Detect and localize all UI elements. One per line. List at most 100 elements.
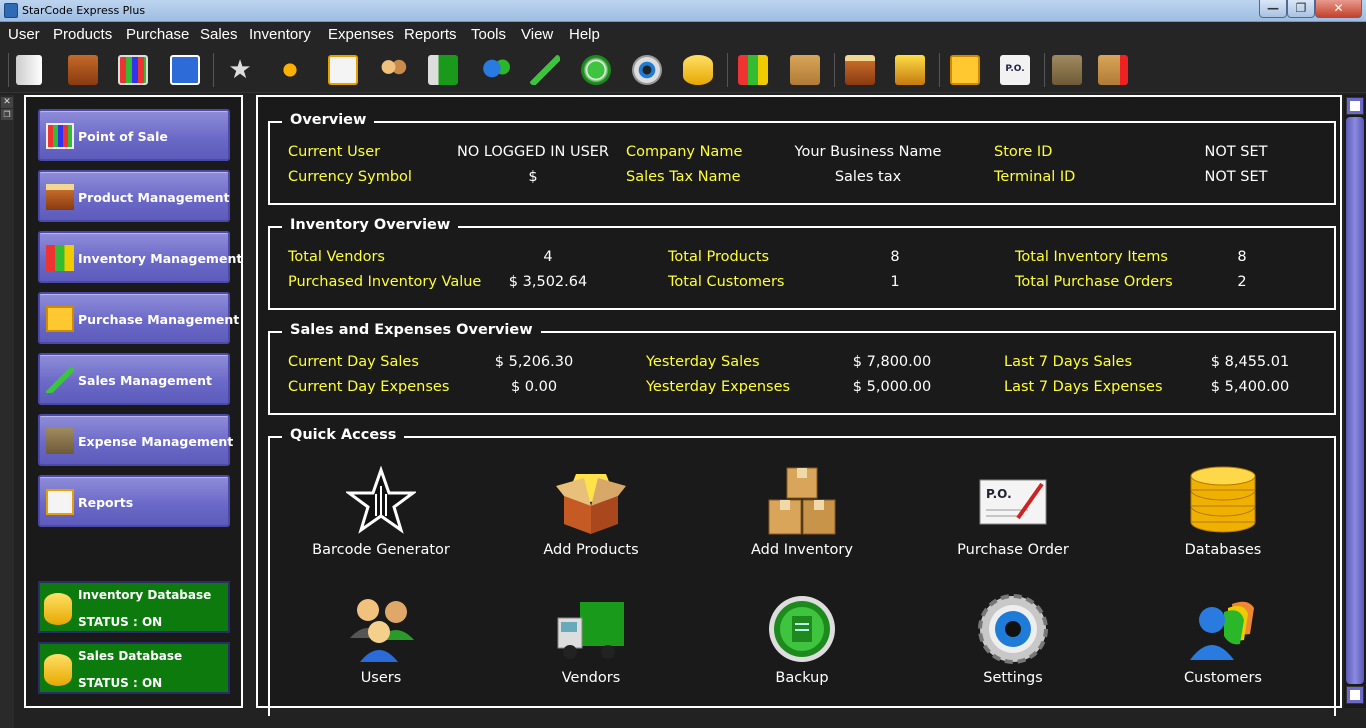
dock-restore-icon[interactable]: ❐ — [1, 109, 13, 120]
sidebar-inventory-management-button[interactable]: Inventory Management — [38, 231, 242, 283]
group-title: Quick Access — [282, 427, 405, 443]
field-label: Sales Tax Name — [626, 169, 741, 185]
pos-register-icon[interactable] — [118, 55, 148, 85]
quick-customers[interactable]: Customers — [1128, 594, 1318, 686]
org-chart-icon[interactable] — [275, 55, 305, 85]
field-label: Last 7 Days Sales — [1004, 354, 1133, 370]
maximize-button[interactable]: ❐ — [1287, 0, 1315, 18]
add-expense-icon[interactable] — [1098, 55, 1128, 85]
menu-help[interactable]: Help — [569, 26, 600, 43]
menu-products[interactable]: Products — [53, 26, 112, 43]
quick-databases[interactable]: Databases — [1128, 466, 1318, 558]
total-inventory-items-value: 8 — [1237, 249, 1247, 265]
inventory-cubes-icon — [46, 245, 74, 271]
scroll-up-button[interactable] — [1346, 97, 1364, 115]
settings-icon[interactable] — [632, 55, 662, 85]
product-box-icon[interactable] — [895, 55, 925, 85]
sidebar: Point of Sale Product Management Invento… — [24, 95, 243, 708]
add-inventory-boxes-icon — [767, 466, 837, 536]
sidebar-label: Inventory Management — [78, 251, 243, 266]
quick-add-products[interactable]: Add Products — [496, 466, 686, 558]
last-7-days-sales-value: $ 8,455.01 — [1210, 354, 1290, 370]
total-customers-value: 1 — [890, 274, 900, 290]
quick-users[interactable]: Users — [286, 594, 476, 686]
home-icon[interactable] — [170, 55, 200, 85]
menu-inventory[interactable]: Inventory — [249, 26, 311, 43]
quick-access-label: Add Products — [543, 542, 639, 558]
sidebar-sales-management-button[interactable]: Sales Management — [38, 353, 230, 405]
window-title: StarCode Express Plus — [22, 4, 146, 17]
company-name-value: Your Business Name — [794, 144, 942, 160]
sidebar-reports-button[interactable]: Reports — [38, 475, 230, 527]
field-label: Current User — [288, 144, 381, 160]
purchase-order-icon[interactable]: P.O. — [1000, 55, 1030, 85]
sidebar-label: Expense Management — [78, 434, 234, 449]
menu-expenses[interactable]: Expenses — [328, 26, 394, 43]
customers-icon[interactable] — [480, 55, 510, 85]
menu-view[interactable]: View — [521, 26, 553, 43]
database-icon — [1188, 466, 1258, 536]
quick-access-label: Users — [360, 670, 402, 686]
vertical-scrollbar[interactable] — [1344, 95, 1366, 708]
menu-sales[interactable]: Sales — [200, 26, 238, 43]
expense-wallet-icon[interactable] — [1052, 55, 1082, 85]
sidebar-expense-management-button[interactable]: Expense Management — [38, 414, 234, 466]
barcode-star-icon — [344, 465, 418, 536]
quick-settings[interactable]: Settings — [918, 594, 1108, 686]
quick-purchase-order[interactable]: P.O. Purchase Order — [918, 466, 1108, 558]
total-vendors-value: 4 — [543, 249, 553, 265]
scroll-thumb[interactable] — [1346, 117, 1364, 684]
sidebar-purchase-management-button[interactable]: Purchase Management — [38, 292, 239, 344]
inventory-cubes-icon[interactable] — [738, 55, 768, 85]
sidebar-point-of-sale-button[interactable]: Point of Sale — [38, 109, 230, 161]
menu-reports[interactable]: Reports — [404, 26, 457, 43]
database-status: STATUS : ON — [78, 676, 163, 690]
purchase-notes-icon — [46, 306, 74, 332]
add-products-icon[interactable] — [845, 55, 875, 85]
expense-wallet-icon — [46, 428, 74, 454]
total-products-value: 8 — [890, 249, 900, 265]
quick-access-group: Quick Access Barcode Generator Add Produ… — [268, 427, 1336, 716]
purchase-notes-icon[interactable] — [950, 55, 980, 85]
quick-access-label: Backup — [775, 670, 829, 686]
current-user-value: NO LOGGED IN USER — [456, 144, 610, 160]
close-button[interactable]: ✕ — [1315, 0, 1362, 18]
dock-strip: ✕ ❐ — [0, 95, 14, 728]
field-label: Current Day Expenses — [288, 379, 450, 395]
database-icon[interactable] — [683, 55, 713, 85]
add-products-icon — [556, 466, 626, 536]
users-icon[interactable] — [378, 55, 408, 85]
sales-chart-icon[interactable] — [530, 55, 560, 85]
logout-icon[interactable] — [16, 55, 42, 85]
sidebar-product-management-button[interactable]: Product Management — [38, 170, 230, 222]
minimize-button[interactable]: — — [1259, 0, 1287, 18]
menu-user[interactable]: User — [8, 26, 40, 43]
reports-icon[interactable] — [328, 55, 358, 85]
quick-add-inventory[interactable]: Add Inventory — [707, 466, 897, 558]
currency-symbol-value: $ — [528, 169, 538, 185]
customers-icon — [1188, 594, 1258, 664]
vendors-truck-icon[interactable] — [428, 55, 458, 85]
quick-barcode-generator[interactable]: Barcode Generator — [286, 465, 476, 558]
sidebar-label: Reports — [78, 495, 134, 510]
field-label: Store ID — [994, 144, 1053, 160]
sidebar-label: Point of Sale — [78, 129, 168, 144]
add-inventory-boxes-icon[interactable] — [790, 55, 820, 85]
dock-close-icon[interactable]: ✕ — [1, 97, 13, 108]
sidebar-label: Sales Management — [78, 373, 213, 388]
reports-icon — [46, 489, 74, 515]
menu-tools[interactable]: Tools — [471, 26, 506, 43]
barcode-star-icon[interactable]: ★ — [225, 55, 255, 85]
quick-vendors[interactable]: Vendors — [496, 594, 686, 686]
scroll-down-button[interactable] — [1346, 686, 1364, 704]
database-name: Sales Database — [78, 649, 183, 663]
backup-icon[interactable] — [581, 55, 611, 85]
exit-door-icon[interactable] — [68, 55, 98, 85]
database-icon — [44, 593, 72, 625]
quick-backup[interactable]: Backup — [707, 594, 897, 686]
toolbar: ★ P.O. — [0, 49, 1366, 93]
group-title: Inventory Overview — [282, 217, 459, 233]
field-label: Yesterday Sales — [646, 354, 760, 370]
po-text: P.O. — [986, 487, 1012, 501]
menu-purchase[interactable]: Purchase — [126, 26, 189, 43]
